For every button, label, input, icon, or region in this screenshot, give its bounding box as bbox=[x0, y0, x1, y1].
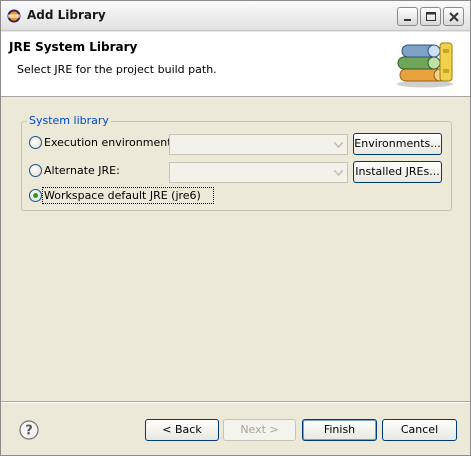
chevron-down-icon[interactable] bbox=[330, 163, 347, 182]
svg-text:?: ? bbox=[25, 424, 33, 439]
eclipse-icon bbox=[7, 9, 21, 23]
radio-button[interactable] bbox=[29, 164, 42, 177]
add-library-dialog: Add Library JRE System Library Select JR… bbox=[0, 0, 471, 456]
books-icon bbox=[394, 39, 456, 92]
execution-environment-label: Execution environment: bbox=[44, 136, 176, 149]
chevron-down-icon[interactable] bbox=[330, 135, 347, 154]
footer-separator bbox=[1, 401, 470, 403]
minimize-button[interactable] bbox=[397, 7, 418, 26]
alternate-jre-label: Alternate JRE: bbox=[44, 164, 120, 177]
cancel-button[interactable]: Cancel bbox=[382, 419, 457, 441]
help-icon[interactable]: ? bbox=[19, 420, 39, 440]
next-button[interactable]: Next > bbox=[223, 419, 296, 441]
page-description: Select JRE for the project build path. bbox=[17, 63, 217, 76]
maximize-icon bbox=[426, 12, 436, 21]
radio-button-selected[interactable] bbox=[29, 189, 42, 202]
close-icon bbox=[449, 12, 459, 22]
workspace-default-radio[interactable]: Workspace default JRE (jre6) bbox=[29, 187, 219, 204]
window-title: Add Library bbox=[27, 8, 106, 22]
workspace-default-label: Workspace default JRE (jre6) bbox=[44, 189, 201, 202]
wizard-header: JRE System Library Select JRE for the pr… bbox=[1, 32, 470, 97]
maximize-button[interactable] bbox=[420, 7, 441, 26]
minimize-icon bbox=[404, 19, 411, 21]
execution-environment-radio[interactable]: Execution environment: bbox=[29, 135, 175, 151]
radio-button[interactable] bbox=[29, 136, 42, 149]
close-button[interactable] bbox=[443, 7, 464, 26]
alternate-jre-combo[interactable] bbox=[169, 162, 348, 183]
group-label: System library bbox=[27, 114, 111, 127]
finish-button[interactable]: Finish bbox=[302, 419, 377, 441]
alternate-jre-radio[interactable]: Alternate JRE: bbox=[29, 163, 149, 179]
environments-button[interactable]: Environments... bbox=[353, 133, 442, 155]
installed-jres-button[interactable]: Installed JREs... bbox=[353, 161, 442, 183]
page-title: JRE System Library bbox=[9, 40, 138, 54]
back-button[interactable]: < Back bbox=[145, 419, 219, 441]
execution-environment-combo[interactable] bbox=[169, 134, 348, 155]
title-bar[interactable]: Add Library bbox=[1, 1, 470, 31]
